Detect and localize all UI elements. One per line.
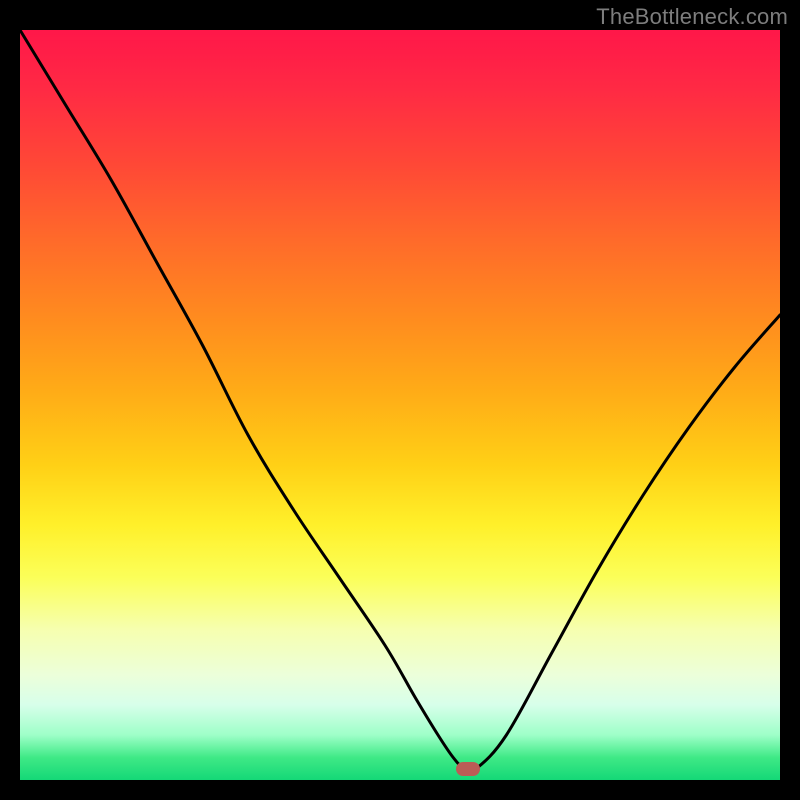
chart-frame: TheBottleneck.com <box>0 0 800 800</box>
plot-area <box>20 30 780 780</box>
watermark-text: TheBottleneck.com <box>596 4 788 30</box>
bottleneck-curve <box>20 30 780 772</box>
curve-svg <box>20 30 780 780</box>
minimum-marker <box>456 762 480 776</box>
